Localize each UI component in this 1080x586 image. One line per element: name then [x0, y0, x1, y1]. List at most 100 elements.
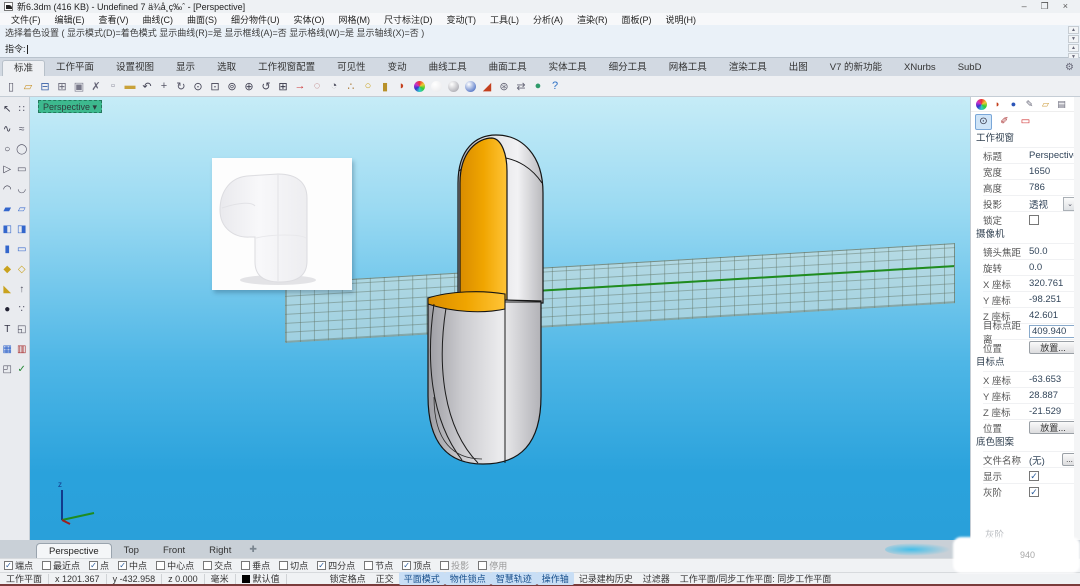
viewport-camera-tab[interactable]: ⊙	[975, 114, 992, 130]
text-icon[interactable]: T	[0, 319, 15, 339]
menu-item-2[interactable]: 查看(V)	[92, 13, 136, 26]
checkbox[interactable]: ✓	[1029, 471, 1039, 481]
menu-item-9[interactable]: 变动(T)	[440, 13, 484, 26]
boolean-difference-icon[interactable]: ◇	[15, 259, 30, 279]
toolbar-tab-4[interactable]: 选取	[206, 60, 247, 76]
paste-icon[interactable]: ▬	[122, 78, 138, 94]
toolbar-tab-8[interactable]: 曲线工具	[418, 60, 478, 76]
status-field-2[interactable]: y -432.958	[107, 574, 162, 584]
render-sphere-white-icon[interactable]	[428, 78, 444, 94]
toolbar-tab-14[interactable]: 出图	[778, 60, 819, 76]
extrude-icon[interactable]: ↑	[15, 279, 30, 299]
toolbar-tab-7[interactable]: 变动	[377, 60, 418, 76]
command-prompt-line[interactable]: 指令:	[0, 41, 1080, 57]
sphere-tool-icon[interactable]: ●	[0, 299, 15, 319]
osnap-checkbox[interactable]	[42, 561, 51, 570]
zoom-extents-icon[interactable]: ⊕	[241, 78, 257, 94]
sphere-solid-icon[interactable]: ◨	[15, 219, 30, 239]
osnap-checkbox[interactable]	[364, 561, 373, 570]
undo-icon[interactable]: ↶	[139, 78, 155, 94]
status-field-0[interactable]: 工作平面	[0, 572, 48, 585]
status-field-5[interactable]: 默认值	[236, 572, 286, 585]
lock-icon[interactable]: ▮	[377, 78, 393, 94]
place-button[interactable]: 放置...	[1029, 421, 1077, 434]
help-icon[interactable]: ?	[547, 78, 563, 94]
hide-object-icon[interactable]: ◌	[309, 78, 325, 94]
zoom-window-icon[interactable]: ⊡	[207, 78, 223, 94]
zoom-icon[interactable]: ⊙	[190, 78, 206, 94]
status-toggle-5[interactable]: 操作轴	[537, 572, 574, 585]
menu-item-13[interactable]: 面板(P)	[615, 13, 659, 26]
osnap-10[interactable]: ✓顶点	[402, 559, 431, 572]
ellipse-icon[interactable]: ◯	[15, 139, 30, 159]
toolbar-tab-12[interactable]: 网格工具	[658, 60, 718, 76]
toolbar-tab-11[interactable]: 细分工具	[598, 60, 658, 76]
display-cap-icon[interactable]: ◗	[991, 98, 1004, 111]
menu-item-8[interactable]: 尺寸标注(D)	[377, 13, 440, 26]
menu-item-10[interactable]: 工具(L)	[483, 13, 526, 26]
toolbar-tab-10[interactable]: 实体工具	[538, 60, 598, 76]
osnap-8[interactable]: ✓四分点	[317, 559, 355, 572]
rotate-view-icon[interactable]: ↻	[173, 78, 189, 94]
new-file-icon[interactable]: ▯	[3, 78, 19, 94]
osnap-4[interactable]: 中心点	[156, 559, 194, 572]
viewport-tab-right[interactable]: Right	[197, 543, 243, 558]
move-icon[interactable]: →	[292, 78, 308, 94]
osnap-checkbox[interactable]	[478, 561, 487, 570]
zoom-dynamic-icon[interactable]: ⊚	[224, 78, 240, 94]
pan-view-icon[interactable]: +	[156, 78, 172, 94]
viewport-title-label[interactable]: Perspective ▾	[38, 100, 102, 113]
menu-item-7[interactable]: 网格(M)	[332, 13, 378, 26]
duplicate-icon[interactable]: ▣	[71, 78, 87, 94]
properties-wheel-icon[interactable]	[975, 98, 988, 111]
toolbar-tab-0[interactable]: 标准	[2, 60, 45, 76]
select-icon[interactable]: ↖	[0, 99, 15, 119]
osnap-checkbox[interactable]	[440, 561, 449, 570]
toolbar-tab-3[interactable]: 显示	[165, 60, 206, 76]
cut-icon[interactable]: ✗	[88, 78, 104, 94]
toolbar-tab-17[interactable]: SubD	[947, 60, 993, 76]
plane-icon[interactable]: ▭	[15, 239, 30, 259]
lamp-icon[interactable]: ○	[360, 78, 376, 94]
osnap-checkbox[interactable]: ✓	[402, 561, 411, 570]
loft-icon[interactable]: ▱	[15, 199, 30, 219]
drape-icon[interactable]: ◰	[0, 359, 15, 379]
osnap-checkbox[interactable]	[203, 561, 212, 570]
toolbar-tab-6[interactable]: 可见性	[326, 60, 377, 76]
osnap-checkbox[interactable]: ✓	[89, 561, 98, 570]
check-icon[interactable]: ✓	[15, 359, 30, 379]
model-3d[interactable]	[30, 97, 970, 540]
status-toggle-8[interactable]: 工作平面/同步工作平面: 同步工作平面	[675, 572, 837, 585]
display-mode-icon[interactable]: ◗	[394, 78, 410, 94]
place-button[interactable]: 放置...	[1029, 341, 1077, 354]
screen-icon[interactable]: ▤	[1055, 98, 1068, 111]
toolbar-tab-2[interactable]: 设置视图	[105, 60, 165, 76]
toolbar-tab-15[interactable]: V7 的新功能	[819, 60, 893, 76]
command-scroll-arrow-1[interactable]: ▼	[1068, 35, 1079, 43]
toolbar-tab-13[interactable]: 渲染工具	[718, 60, 778, 76]
osnap-3[interactable]: ✓中点	[118, 559, 147, 572]
add-viewport-tab-icon[interactable]: ✚	[249, 544, 257, 555]
status-toggle-2[interactable]: 平面模式	[399, 572, 445, 585]
menu-item-12[interactable]: 渲染(R)	[570, 13, 615, 26]
osnap-0[interactable]: ✓端点	[4, 559, 33, 572]
toolbar-tab-16[interactable]: XNurbs	[893, 60, 947, 76]
render-tools-icon[interactable]: ◢	[479, 78, 495, 94]
curve-handles-icon[interactable]: ≈	[15, 119, 30, 139]
status-field-3[interactable]: z 0.000	[162, 574, 204, 584]
menu-item-1[interactable]: 编辑(E)	[48, 13, 92, 26]
rectangle-icon[interactable]: ▭	[15, 159, 30, 179]
osnap-checkbox[interactable]	[241, 561, 250, 570]
command-scrollbar[interactable]: ▲▼▲▼	[1068, 26, 1079, 57]
toolbar-tab-9[interactable]: 曲面工具	[478, 60, 538, 76]
history-icon[interactable]: ⇄	[513, 78, 529, 94]
checkbox[interactable]	[1029, 215, 1039, 225]
render-sphere-blue-icon[interactable]	[462, 78, 478, 94]
maximize-button[interactable]: ❐	[1041, 1, 1049, 12]
perspective-viewport[interactable]: Perspective ▾ z	[30, 97, 970, 540]
status-toggle-6[interactable]: 记录建构历史	[574, 572, 638, 585]
capture-rect-tab[interactable]: ▭	[1017, 114, 1034, 130]
viewport-tab-perspective[interactable]: Perspective	[36, 543, 112, 558]
osnap-checkbox[interactable]: ✓	[317, 561, 326, 570]
command-scroll-arrow-2[interactable]: ▲	[1068, 44, 1079, 52]
